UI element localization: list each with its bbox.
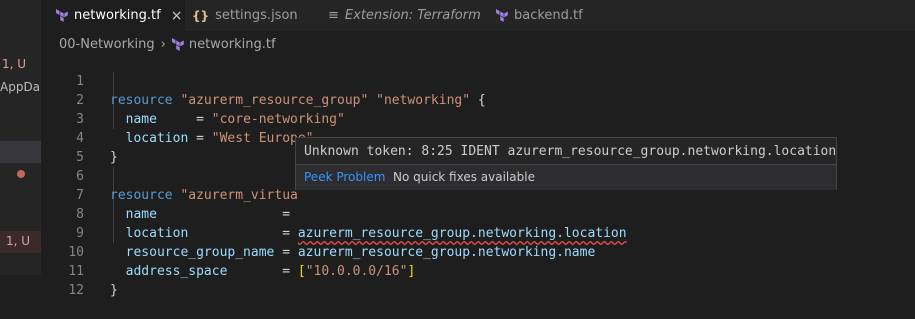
hover-action-bar: Peek Problem No quick fixes available [296, 164, 836, 190]
tab-label: networking.tf [74, 8, 161, 23]
tab-bar: networking.tf × {} settings.json ≡ Exten… [41, 0, 915, 31]
explorer-item-appdata[interactable]: AppDa... [0, 80, 41, 94]
tab-label: backend.tf [514, 8, 583, 23]
code-line[interactable]: 4 } [41, 110, 915, 165]
json-braces-icon: {} [192, 8, 210, 23]
tab-extension-terraform[interactable]: ≡ Extension: Terraform [328, 0, 481, 31]
tab-backend-tf[interactable]: backend.tf [496, 0, 583, 31]
breadcrumb-folder[interactable]: 00-Networking [59, 37, 155, 52]
code-line[interactable]: 9 resource_group_name = azurerm_resource… [41, 205, 915, 260]
no-quick-fixes-label: No quick fixes available [393, 170, 535, 184]
brace: } [110, 283, 118, 298]
extension-icon: ≡ [328, 8, 339, 23]
breadcrumb-file[interactable]: networking.tf [189, 37, 276, 52]
git-badge-top: 1, U [2, 57, 27, 71]
error-hover-tooltip: Unknown token: 8:25 IDENT azurerm_resour… [295, 137, 837, 190]
git-badge-bottom: 1, U [6, 234, 31, 248]
code-line[interactable]: 1 resource "azurerm_resource_group" "net… [41, 53, 915, 108]
code-line[interactable]: 2 name = "core-networking" [41, 72, 915, 127]
line-number: 12 [68, 283, 84, 298]
code-line[interactable]: 3 location = "West Europe" [41, 91, 915, 146]
chevron-right-icon: › [160, 36, 166, 52]
terraform-icon [171, 37, 184, 51]
breadcrumb: 00-Networking › networking.tf [59, 35, 276, 53]
explorer-selected-row[interactable] [0, 141, 41, 163]
terraform-icon [496, 9, 508, 22]
code-line[interactable]: 12 [41, 262, 915, 298]
tab-label: Extension: Terraform [344, 8, 481, 23]
peek-problem-link[interactable]: Peek Problem [304, 170, 385, 184]
code-line[interactable]: 11 } [41, 243, 915, 298]
code-line[interactable]: 10 address_space = ["10.0.0.0/16"] [41, 224, 915, 279]
explorer-sidebar: 1, U AppDa... 1, U [0, 0, 41, 275]
modified-dot-icon [17, 170, 25, 178]
hover-message: Unknown token: 8:25 IDENT azurerm_resour… [304, 144, 837, 159]
close-icon[interactable]: × [171, 8, 183, 24]
tab-networking-tf[interactable]: networking.tf × [41, 0, 185, 31]
tab-label: settings.json [215, 8, 298, 23]
terraform-icon [56, 9, 68, 22]
tab-settings-json[interactable]: {} settings.json [192, 0, 298, 31]
